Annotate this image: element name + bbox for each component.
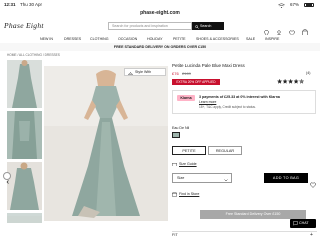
size-select-label: Size	[177, 176, 185, 180]
battery-icon	[304, 2, 314, 7]
discount-badge: EXTRA 20% OFF APPLIED	[172, 79, 220, 85]
search-button-label: Search	[200, 24, 212, 28]
fit-option-petite[interactable]: PETITE	[172, 146, 206, 155]
find-in-store-link[interactable]: Find in Store	[172, 192, 200, 198]
chevron-down-icon	[224, 177, 228, 187]
find-in-store-label: Find in Store	[179, 192, 200, 196]
nav-item-sale[interactable]: SALE	[246, 35, 255, 43]
style-with-button[interactable]: Style With	[124, 68, 166, 76]
main-product-image[interactable]: Style With	[44, 66, 168, 221]
wifi-icon	[278, 2, 285, 9]
colour-name: Eau De Nil	[172, 126, 190, 130]
divider	[172, 231, 317, 232]
colour-swatch[interactable]	[172, 132, 180, 138]
ruler-icon	[172, 162, 177, 168]
price-was: £169	[182, 71, 191, 76]
main-nav: NEW IN DRESSES CLOTHING OCCASION HOLIDAY…	[0, 35, 320, 43]
style-with-label: Style With	[135, 70, 152, 74]
klarna-learn-more[interactable]: Learn more	[199, 100, 216, 104]
nav-item-inspire[interactable]: INSPIRE	[265, 35, 279, 43]
delivery-banner: Free Standard Delivery Over £150	[200, 210, 306, 219]
klarna-terms: 18+, T&C apply, Credit subject to status…	[199, 105, 256, 109]
gallery-prev-button[interactable]	[3, 172, 11, 184]
fit-option-regular[interactable]: REGULAR	[208, 146, 242, 155]
rating-star	[277, 78, 283, 84]
store-icon	[172, 192, 177, 198]
rating-count[interactable]: (4)	[306, 71, 310, 75]
rating-star	[299, 78, 305, 84]
thumbnail-2[interactable]	[7, 111, 42, 159]
rating-star	[293, 78, 299, 84]
rating-star	[288, 78, 294, 84]
fit-section-heading[interactable]: FIT	[172, 233, 178, 237]
search-input[interactable]: Search for products and inspiration	[108, 22, 192, 30]
status-time: 12:31	[4, 2, 16, 7]
breadcrumb[interactable]: HOME / ALL CLOTHING / DRESSES	[7, 53, 60, 57]
nav-item-petite[interactable]: PETITE	[173, 35, 186, 43]
rating-stars[interactable]	[277, 71, 305, 89]
site-header: Phase Eight Search for products and insp…	[0, 18, 320, 37]
status-bar: 12:31 Thu 30 Apr 67%	[0, 0, 320, 9]
status-date: Thu 30 Apr	[20, 2, 43, 7]
chat-icon	[293, 221, 298, 230]
chat-label: CHAT	[299, 221, 309, 225]
thumbnail-4[interactable]	[7, 213, 42, 223]
url-bar[interactable]: phase-eight.com	[0, 9, 320, 18]
nav-item-occasion[interactable]: OCCASION	[118, 35, 137, 43]
klarna-logo: Klarna	[177, 95, 195, 101]
nav-item-shoes-accessories[interactable]: SHOES & ACCESSORIES	[196, 35, 239, 43]
thumbnail-1[interactable]	[7, 60, 42, 108]
klarna-offer: 3 payments of £25.33 at 0% interest with…	[199, 95, 280, 99]
nav-item-holiday[interactable]: HOLIDAY	[147, 35, 163, 43]
rating-star	[282, 78, 288, 84]
search-icon	[194, 24, 199, 32]
expand-plus-icon[interactable]: +	[310, 232, 313, 238]
klarna-panel: Klarna 3 payments of £25.33 at 0% intere…	[172, 90, 316, 114]
url-text: phase-eight.com	[140, 10, 180, 16]
product-title: Petite Lucinda Pale Blue Maxi Dress	[172, 63, 245, 68]
product-details: Petite Lucinda Pale Blue Maxi Dress £76 …	[172, 60, 317, 240]
size-guide-label: Size Guide	[179, 162, 197, 166]
hanger-icon	[127, 71, 134, 78]
nav-item-clothing[interactable]: CLOTHING	[90, 35, 109, 43]
promo-banner[interactable]: FREE STANDARD DELIVERY ON ORDERS OVER £1…	[0, 43, 320, 51]
thumbnail-3[interactable]	[7, 162, 42, 210]
chat-button[interactable]: CHAT	[290, 219, 316, 228]
nav-item-new-in[interactable]: NEW IN	[40, 35, 53, 43]
size-guide-link[interactable]: Size Guide	[172, 162, 197, 166]
price-now: £76	[172, 71, 179, 76]
add-to-bag-button[interactable]: ADD TO BAG	[264, 173, 308, 183]
site-logo[interactable]: Phase Eight	[4, 21, 44, 30]
size-select[interactable]: Size	[172, 173, 232, 183]
search-button[interactable]: Search	[192, 22, 224, 30]
battery-percent: 67%	[290, 2, 300, 7]
nav-item-dresses[interactable]: DRESSES	[64, 35, 81, 43]
heart-icon[interactable]	[310, 175, 316, 193]
